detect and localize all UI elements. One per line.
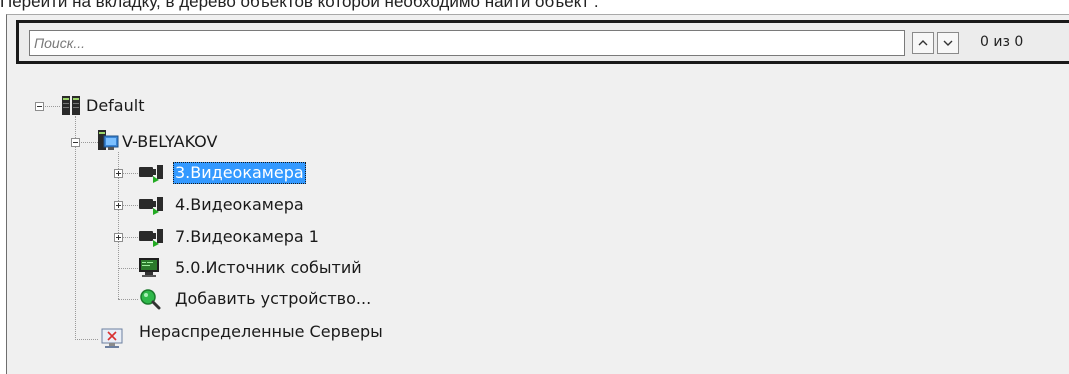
video-camera-icon	[139, 165, 163, 183]
video-camera-icon	[139, 229, 163, 247]
tree-node-event-source[interactable]: 5.0.Источник событий	[173, 257, 364, 279]
tree-expand-toggle[interactable]	[114, 169, 123, 178]
tree-expand-toggle[interactable]	[114, 233, 123, 242]
server-rack-icon	[62, 96, 80, 115]
tree-node-camera[interactable]: 7.Видеокамера 1	[173, 226, 321, 248]
unassigned-servers-icon	[101, 328, 123, 348]
tree-node-camera[interactable]: 4.Видеокамера	[173, 194, 306, 216]
search-add-icon	[140, 289, 161, 310]
tree-connector	[118, 299, 138, 300]
tree-connector	[75, 116, 76, 340]
video-camera-icon	[139, 197, 163, 215]
tree-collapse-toggle[interactable]	[35, 102, 44, 111]
server-computer-icon	[98, 130, 119, 150]
event-source-icon	[139, 258, 159, 277]
tree-node-add-device[interactable]: Добавить устройство...	[173, 288, 373, 310]
tree-expand-toggle[interactable]	[114, 201, 123, 210]
tree-collapse-toggle[interactable]	[71, 138, 80, 147]
tree-node-unassigned-servers[interactable]: Нераспределенные Серверы	[137, 321, 385, 343]
tree-connector	[75, 339, 98, 340]
tree-connector	[118, 268, 138, 269]
tree-node-camera[interactable]: 3.Видеокамера	[173, 162, 306, 184]
object-tree: Default V-BELYAKOV 3.Видеокамера 4.Видео…	[0, 0, 1069, 374]
tree-node-server[interactable]: V-BELYAKOV	[120, 131, 219, 153]
tree-node-root[interactable]: Default	[84, 95, 146, 117]
